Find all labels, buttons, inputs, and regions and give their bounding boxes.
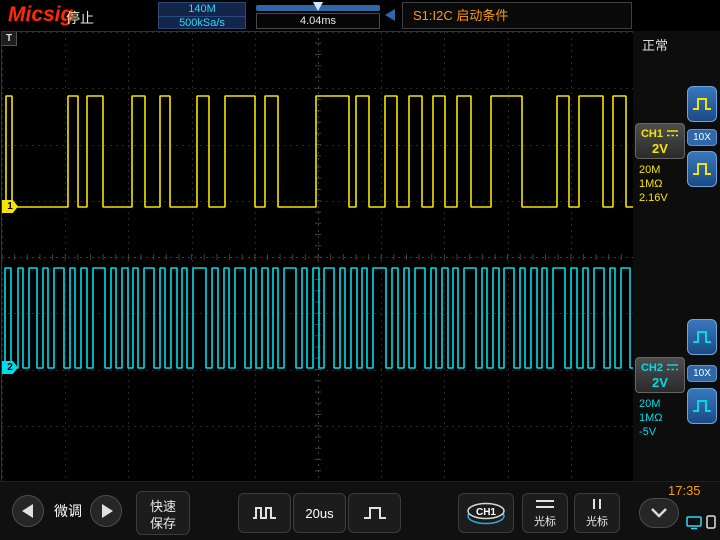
ch1-scale: 2V [652,141,668,156]
ch2-label: CH2 [640,361,663,374]
ch2-bandwidth: 20M [639,398,661,410]
ch1-label: CH1 [640,127,663,140]
acquisition-mode-label: 正常 [642,38,669,53]
ch2-info: 20M 1MΩ -5V [639,397,663,439]
timebase-value-button[interactable]: 20us [293,493,346,533]
ch1-bandwidth: 20M [639,164,661,176]
right-sidebar: 正常 10X CH1 2V 20M 1MΩ 2.16V 10X CH2 2V 2… [633,31,720,481]
timebase-zoom-in-button[interactable] [348,493,401,533]
pulse-icon [363,507,386,519]
waveform-area[interactable]: T 1 2 [1,31,635,483]
chevron-down-icon [651,508,667,518]
bottom-toolbar: 微调 快速 保存 20us CH1 光标 光标 17:35 [0,481,720,540]
prev-button[interactable] [12,495,44,527]
sample-rate-readout: 500kSa/s [179,17,225,29]
trigger-condition-label: S1:I2C 启动条件 [413,8,509,23]
quick-save-button[interactable]: 快速 保存 [136,491,190,535]
fine-tune-label[interactable]: 微调 [48,495,88,527]
channel-stack-icon: CH1 [467,502,505,525]
ch2-offset: -5V [639,426,657,438]
quick-save-label-1: 快速 [149,498,176,514]
horizontal-cursor-label: 光标 [534,515,556,528]
timebase-group: 20us [238,493,401,533]
square-wave-icon [693,163,711,175]
square-wave-icon [693,331,711,343]
expand-menu-button[interactable] [639,498,679,528]
channel-select-button[interactable]: CH1 [458,493,514,533]
ch1-coupling-button[interactable] [687,151,717,187]
ch1-offset: 2.16V [639,192,668,204]
clock: 17:35 [668,483,701,498]
trigger-position-marker-icon[interactable] [313,2,323,11]
ch2-trigger-slope-button[interactable] [687,319,717,355]
trigger-position-bar[interactable] [256,2,380,11]
sample-rate-box[interactable]: 140M 500kSa/s [158,2,246,29]
timebase-zoom-out-button[interactable] [238,493,291,533]
left-arrow-icon [21,504,33,518]
waveform-display[interactable] [2,32,634,482]
square-wave-icon [693,98,711,110]
device-icon [706,515,716,529]
vertical-cursor-button[interactable]: 光标 [574,493,620,533]
frequency-readout: 140M [159,3,245,17]
ch1-info: 20M 1MΩ 2.16V [639,163,668,205]
next-button[interactable] [90,495,122,527]
ch2-impedance: 1MΩ [639,412,663,424]
top-bar: Micsig 停止 140M 500kSa/s 4.04ms S1:I2C 启动… [0,0,720,31]
multi-pulse-icon [252,507,276,519]
brand-logo: Micsig [8,3,74,26]
right-arrow-icon [101,504,113,518]
ch1-trigger-slope-button[interactable] [687,86,717,122]
dc-coupling-icon [667,364,678,371]
display-icon [686,516,702,530]
ch2-probe-badge[interactable]: 10X [687,365,717,382]
horizontal-cursor-icon [536,499,554,508]
trigger-condition-bar[interactable]: S1:I2C 启动条件 [402,2,632,29]
ch2-scale: 2V [652,375,668,390]
horizontal-cursor-button[interactable]: 光标 [522,493,568,533]
vertical-cursor-label: 光标 [586,515,608,528]
square-wave-icon [693,400,711,412]
dc-coupling-icon [667,130,678,137]
vertical-cursor-icon [593,498,601,509]
ch1-impedance: 1MΩ [639,178,663,190]
run-status-label[interactable]: 停止 [66,8,94,28]
trigger-arrow-icon [385,9,395,21]
quick-save-label-2: 保存 [149,515,176,531]
channel-select-label: CH1 [476,507,496,518]
ch1-badge[interactable]: CH1 2V [635,123,685,159]
ch2-badge[interactable]: CH2 2V [635,357,685,393]
ch2-coupling-button[interactable] [687,388,717,424]
time-offset-readout: 4.04ms [256,13,380,29]
trigger-source-tab: T [2,32,17,46]
ch1-probe-badge[interactable]: 10X [687,129,717,146]
